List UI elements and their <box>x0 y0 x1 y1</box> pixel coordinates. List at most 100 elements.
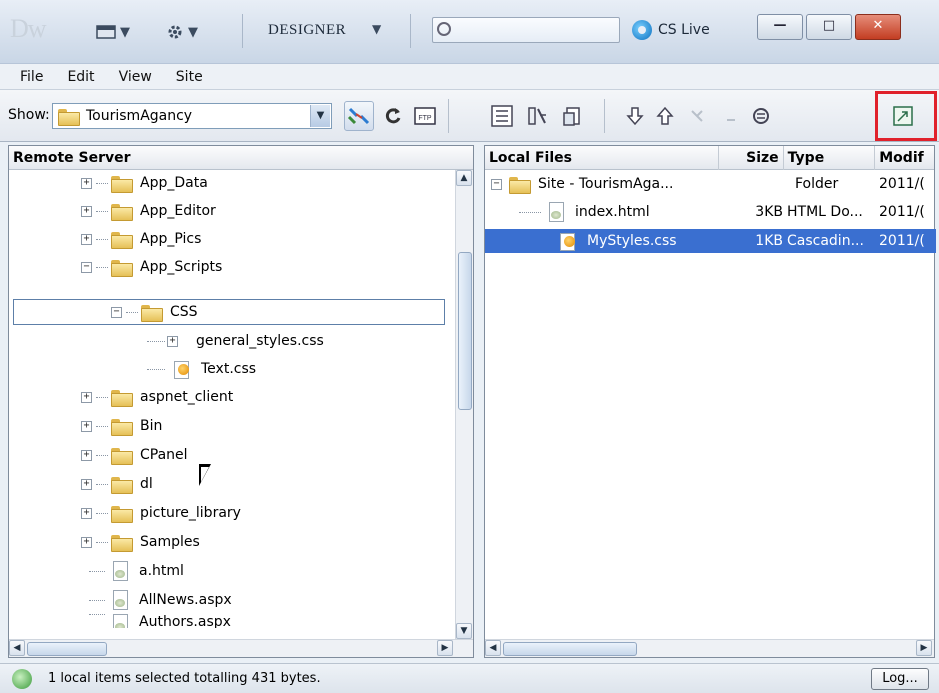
scrollbar-thumb[interactable] <box>458 252 472 410</box>
name-cell: index.html <box>485 202 720 222</box>
workspace-switcher[interactable]: DESIGNER <box>268 22 346 39</box>
folder-icon <box>110 203 133 221</box>
tree-item-samples[interactable]: + Samples <box>81 530 200 554</box>
aspx-file-icon <box>111 614 129 628</box>
tree-item-dl[interactable]: + dl <box>81 472 153 496</box>
expand-icon[interactable]: + <box>81 507 92 519</box>
get-files-button[interactable] <box>620 101 650 131</box>
tree-item-app-editor[interactable]: + App_Editor <box>81 199 216 223</box>
tree-item-app-pics[interactable]: + App_Pics <box>81 227 201 251</box>
check-in-button[interactable] <box>716 101 746 131</box>
column-header-size[interactable]: Size <box>719 145 784 170</box>
tree-item-label: App_Editor <box>140 203 216 219</box>
expand-icon[interactable]: + <box>81 391 92 403</box>
synchronize-button[interactable] <box>746 101 776 131</box>
tree-item-label: CPanel <box>140 447 188 463</box>
scroll-right-icon[interactable]: ▶ <box>916 640 932 656</box>
css-file-icon <box>171 359 191 379</box>
table-row-selected[interactable]: MyStyles.css 1KB Cascadin... 2011/( <box>485 229 936 253</box>
collapse-icon[interactable]: − <box>491 178 502 190</box>
tree-item-bin[interactable]: + Bin <box>81 414 162 438</box>
tree-item-label: general_styles.css <box>196 333 324 349</box>
table-row[interactable]: index.html 3KB HTML Do... 2011/( <box>485 200 936 224</box>
remote-server-panel: Remote Server + App_Data + App_Editor + App… <box>8 145 474 658</box>
expand-icon[interactable]: + <box>81 205 92 217</box>
tree-item-cpanel[interactable]: + CPanel <box>81 443 188 467</box>
tree-item-app-data[interactable]: + App_Data <box>81 171 208 195</box>
remote-horizontal-scrollbar[interactable]: ◀ ▶ <box>9 639 473 657</box>
tree-item-text-css[interactable]: Text.css <box>147 357 256 381</box>
folder-icon <box>110 175 133 193</box>
tree-item-aspnet-client[interactable]: + aspnet_client <box>81 385 233 409</box>
expand-icon[interactable]: + <box>81 536 92 548</box>
remote-vertical-scrollbar[interactable]: ▲ ▼ <box>455 170 473 639</box>
collapse-icon[interactable]: − <box>81 261 92 273</box>
tree-item-general-styles[interactable]: + general_styles.css <box>147 329 324 353</box>
arrow-down-icon <box>626 107 644 126</box>
column-header-type[interactable]: Type <box>784 145 876 170</box>
tree-item-label: Bin <box>140 418 163 434</box>
tree-line <box>96 483 108 485</box>
tree-item-picture-library[interactable]: + picture_library <box>81 501 241 525</box>
column-header-modified[interactable]: Modif <box>875 146 934 170</box>
scrollbar-thumb[interactable] <box>27 642 107 656</box>
collapse-icon[interactable]: − <box>111 306 122 318</box>
testing-server-button[interactable] <box>522 101 552 131</box>
tree-item-css[interactable]: − CSS <box>111 300 198 324</box>
title-bar: Dw ▼ ▼ DESIGNER ▼ CS Live — □ ✕ <box>0 0 939 64</box>
scroll-up-icon[interactable]: ▲ <box>456 170 472 186</box>
refresh-button[interactable] <box>378 101 408 131</box>
tree-line <box>147 368 165 370</box>
folder-icon <box>140 304 163 322</box>
maximize-button[interactable]: □ <box>806 14 852 40</box>
menu-bar: File Edit View Site <box>0 64 939 90</box>
expand-icon[interactable]: + <box>81 233 92 245</box>
connect-button[interactable] <box>344 101 374 131</box>
log-button[interactable]: Log... <box>871 668 929 690</box>
site-files-button[interactable] <box>487 101 517 131</box>
files-toolbar: Show: TourismAgancy ▼ FTP <box>0 90 939 142</box>
modified-cell: 2011/( <box>879 176 925 192</box>
column-header-name[interactable]: Local Files <box>485 145 719 170</box>
extend-button[interactable]: ▼ <box>166 20 198 44</box>
scroll-left-icon[interactable]: ◀ <box>9 640 25 656</box>
menu-site[interactable]: Site <box>164 69 215 85</box>
site-select[interactable]: TourismAgancy ▼ <box>52 103 332 129</box>
close-button[interactable]: ✕ <box>855 14 901 40</box>
status-icon <box>12 668 32 689</box>
scroll-right-icon[interactable]: ▶ <box>437 640 453 656</box>
tree-item-allnews[interactable]: AllNews.aspx <box>89 588 232 612</box>
ftp-log-button[interactable]: FTP <box>410 101 440 131</box>
repository-button[interactable] <box>557 101 587 131</box>
layout-button[interactable]: ▼ <box>96 20 130 44</box>
cs-live-button[interactable]: CS Live <box>632 20 710 40</box>
remote-server-title: Remote Server <box>13 149 131 166</box>
chevron-down-icon[interactable]: ▼ <box>310 105 330 127</box>
put-files-button[interactable] <box>650 101 680 131</box>
css-file-icon <box>557 231 577 251</box>
menu-file[interactable]: File <box>8 69 55 85</box>
aspx-file-icon <box>111 590 129 610</box>
expand-icon[interactable]: + <box>81 420 92 432</box>
expand-icon[interactable]: + <box>81 177 92 189</box>
table-row[interactable]: − Site - TourismAga... Folder 2011/( <box>485 172 936 196</box>
expand-icon[interactable]: + <box>81 449 92 461</box>
expand-icon[interactable]: + <box>81 478 92 490</box>
tree-item-app-scripts[interactable]: − App_Scripts <box>81 255 222 279</box>
remote-panel-header[interactable]: Remote Server <box>9 146 473 170</box>
minimize-button[interactable]: — <box>757 14 803 40</box>
menu-view[interactable]: View <box>107 69 164 85</box>
local-horizontal-scrollbar[interactable]: ◀ ▶ <box>485 639 934 657</box>
check-out-button[interactable] <box>682 101 712 131</box>
scroll-left-icon[interactable]: ◀ <box>485 640 501 656</box>
search-input[interactable] <box>432 17 620 43</box>
tree-line <box>96 425 108 427</box>
chevron-down-icon[interactable]: ▼ <box>372 22 381 36</box>
tree-item-authors[interactable]: Authors.aspx <box>89 614 231 628</box>
menu-edit[interactable]: Edit <box>55 69 106 85</box>
scrollbar-thumb[interactable] <box>503 642 637 656</box>
scroll-down-icon[interactable]: ▼ <box>456 623 472 639</box>
tree-item-a-html[interactable]: a.html <box>89 559 184 583</box>
local-files-panel: Local Files Size Type Modif − Site - Tour… <box>484 145 936 658</box>
testing-server-icon <box>528 107 546 125</box>
